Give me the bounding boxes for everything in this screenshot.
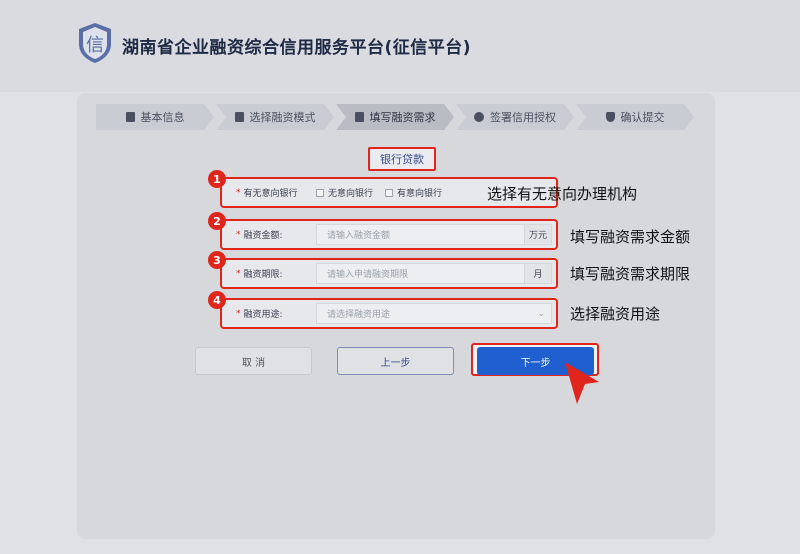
- checkbox-icon[interactable]: [385, 188, 394, 197]
- step-financing-needs[interactable]: 填写融资需求: [336, 104, 454, 130]
- term-input[interactable]: 请输入申请融资期限: [316, 263, 525, 284]
- purpose-select[interactable]: 请选择融资用途 ⌄: [316, 303, 552, 324]
- step-confirm-submit[interactable]: 确认提交: [576, 104, 694, 130]
- purpose-field: * 融资用途: 请选择融资用途 ⌄: [220, 298, 558, 329]
- site-title: 湖南省企业融资综合信用服务平台(征信平台): [122, 38, 472, 58]
- annotation-note: 选择融资用途: [570, 305, 661, 323]
- step-progress: 基本信息 选择融资模式 填写融资需求 签署信用授权 确认提交: [96, 104, 696, 130]
- required-marker: *: [236, 187, 241, 198]
- amount-field: * 融资金额: 请输入融资金额 万元: [220, 219, 558, 250]
- term-field: * 融资期限: 请输入申请融资期限 月: [220, 258, 558, 289]
- option-has-intent-bank[interactable]: 有意向银行: [385, 186, 442, 199]
- previous-step-button[interactable]: 上一步: [337, 347, 454, 375]
- step-credit-authorization[interactable]: 签署信用授权: [456, 104, 574, 130]
- seal-icon: [474, 112, 484, 122]
- annotation-note: 填写融资需求金额: [570, 228, 691, 246]
- arrow-cursor-icon: [565, 362, 599, 404]
- svg-text:信: 信: [86, 35, 104, 56]
- amount-input[interactable]: 请输入融资金额: [316, 224, 525, 245]
- document-icon: [355, 112, 364, 122]
- step-badge: 2: [208, 212, 226, 230]
- credit-shield-logo-icon: 信: [79, 23, 111, 63]
- term-unit: 月: [524, 263, 552, 284]
- step-badge: 4: [208, 291, 226, 309]
- step-financing-mode[interactable]: 选择融资模式: [216, 104, 334, 130]
- annotation-note: 填写融资需求期限: [570, 265, 691, 283]
- step-basic-info[interactable]: 基本信息: [96, 104, 214, 130]
- cancel-button[interactable]: 取 消: [195, 347, 312, 375]
- document-icon: [126, 112, 135, 122]
- annotation-note: 选择有无意向办理机构: [487, 185, 638, 203]
- required-marker: *: [236, 308, 241, 319]
- required-marker: *: [236, 229, 241, 240]
- loan-type-tab[interactable]: 银行贷款: [368, 147, 436, 171]
- step-badge: 3: [208, 251, 226, 269]
- option-no-intent-bank[interactable]: 无意向银行: [316, 186, 373, 199]
- step-badge: 1: [208, 170, 226, 188]
- chevron-down-icon: ⌄: [537, 308, 545, 319]
- shield-icon: [606, 112, 615, 122]
- document-icon: [235, 112, 244, 122]
- required-marker: *: [236, 268, 241, 279]
- amount-unit: 万元: [524, 224, 552, 245]
- checkbox-icon[interactable]: [316, 188, 324, 197]
